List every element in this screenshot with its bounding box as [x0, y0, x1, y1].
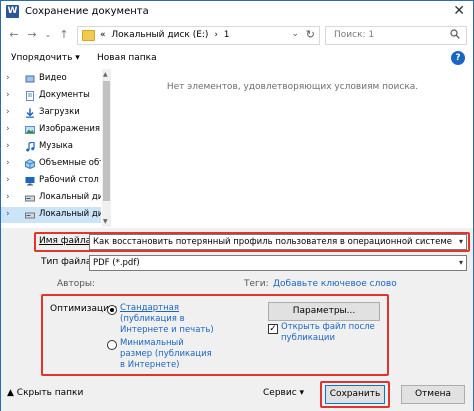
authors-label: Авторы: — [57, 279, 96, 289]
3d-objects-icon — [25, 159, 35, 169]
nav-item-video[interactable]: › Видео — [1, 71, 101, 87]
filetype-select[interactable]: PDF (*.pdf) ▾ — [89, 255, 467, 271]
optimize-minimal-radio[interactable] — [107, 340, 117, 350]
folder-icon — [82, 30, 95, 41]
nav-item-label: Загрузки — [39, 107, 80, 117]
drive-icon — [25, 212, 35, 219]
nav-item-desktop[interactable]: › Рабочий стол — [1, 173, 101, 189]
help-icon[interactable]: ? — [451, 51, 465, 65]
option-line: Стандартная — [120, 303, 179, 313]
drive-icon — [25, 195, 35, 202]
hide-folders-toggle[interactable]: ▲ Скрыть папки — [7, 388, 83, 398]
save-dialog: W Сохранение документа ✕ ← → ⌄ ↑ « Локал… — [0, 0, 474, 411]
up-arrow-icon[interactable]: ↑ — [57, 28, 71, 42]
documents-icon — [26, 91, 34, 101]
expand-chevron-icon[interactable]: › — [6, 175, 10, 185]
option-line: Минимальный — [120, 338, 184, 348]
downloads-icon — [26, 108, 34, 118]
nav-item-documents[interactable]: › Документы — [1, 88, 101, 104]
nav-item-local-disk-selected[interactable]: › Локальный дис — [1, 207, 101, 223]
refresh-icon[interactable]: ↻ — [306, 28, 315, 41]
nav-scrollbar[interactable]: ▲ ▼ — [102, 69, 111, 227]
desktop-icon — [25, 177, 35, 186]
option-line: (публикация в — [120, 314, 185, 324]
option-line: публикации — [281, 333, 335, 343]
close-icon[interactable]: ✕ — [453, 3, 465, 19]
address-path: « Локальный диск (E:) › 1 — [100, 30, 230, 40]
nav-item-label: Локальный дис — [39, 192, 101, 202]
nav-item-pictures[interactable]: › Изображения — [1, 122, 101, 138]
save-highlight-frame — [320, 381, 390, 408]
cancel-button[interactable]: Отмена — [401, 385, 465, 404]
pictures-icon — [25, 126, 35, 134]
breadcrumb-separator: › — [214, 30, 218, 40]
navigation-pane: › Видео › Документы › Загрузки › Изображ… — [1, 69, 111, 227]
empty-message: Нет элементов, удовлетворяющих условиям … — [166, 82, 419, 92]
file-list-pane[interactable]: Нет элементов, удовлетворяющих условиям … — [112, 69, 473, 227]
option-line: Открыть файл после — [281, 322, 375, 332]
nav-item-label: Музыка — [39, 141, 73, 151]
nav-item-label: Документы — [39, 90, 90, 100]
filename-highlight-frame — [34, 232, 470, 252]
optimize-standard-label[interactable]: Стандартная (публикация в Интернете и пе… — [120, 303, 214, 336]
option-line: размер (публикация — [120, 349, 212, 359]
scroll-up-icon[interactable]: ▲ — [103, 71, 108, 78]
new-folder-button[interactable]: Новая папка — [97, 53, 157, 63]
breadcrumb-drive[interactable]: Локальный диск (E:) — [111, 30, 208, 40]
nav-item-label: Видео — [39, 73, 67, 83]
search-icon — [450, 29, 460, 39]
nav-item-label: Рабочий стол — [39, 175, 99, 185]
recent-chevron-icon[interactable]: ⌄ — [41, 28, 55, 42]
nav-item-music[interactable]: › Музыка — [1, 139, 101, 155]
music-icon — [26, 142, 35, 152]
tags-label: Теги: — [244, 279, 269, 289]
tools-menu[interactable]: Сервис ▾ — [263, 388, 304, 398]
filetype-row: Тип файла: PDF (*.pdf) ▾ — [1, 255, 473, 271]
optimize-standard-radio[interactable] — [107, 305, 117, 315]
title-bar: W Сохранение документа ✕ — [1, 1, 473, 23]
parameters-button[interactable]: Параметры... — [268, 302, 380, 321]
option-line: в Интернете) — [120, 360, 180, 370]
address-bar: ← → ⌄ ↑ « Локальный диск (E:) › 1 ⌄ ↻ По… — [1, 25, 473, 47]
command-bar: Упорядочить ▾ Новая папка ? — [1, 49, 473, 69]
option-line: Интернете и печать) — [120, 325, 214, 335]
address-dropdown-icon[interactable]: ⌄ — [291, 29, 299, 39]
video-icon — [25, 75, 35, 83]
scroll-down-icon[interactable]: ▼ — [103, 218, 108, 225]
expand-chevron-icon[interactable]: › — [6, 73, 10, 83]
nav-item-downloads[interactable]: › Загрузки — [1, 105, 101, 121]
expand-chevron-icon[interactable]: › — [6, 209, 10, 219]
nav-item-local-disk[interactable]: › Локальный дис — [1, 190, 101, 206]
nav-item-label: Изображения — [39, 124, 101, 134]
chevron-down-icon[interactable]: ▾ — [459, 258, 463, 267]
back-arrow-icon[interactable]: ← — [7, 28, 21, 42]
address-input[interactable]: « Локальный диск (E:) › 1 ⌄ ↻ — [77, 26, 320, 45]
tags-add-link[interactable]: Добавьте ключевое слово — [273, 279, 397, 289]
nav-item-label: Локальный дис — [39, 209, 101, 219]
expand-chevron-icon[interactable]: › — [6, 158, 10, 168]
expand-chevron-icon[interactable]: › — [6, 90, 10, 100]
open-after-checkbox[interactable]: ✓ — [268, 324, 278, 334]
word-app-icon: W — [6, 5, 19, 18]
breadcrumb-folder[interactable]: 1 — [224, 30, 230, 40]
filetype-label: Тип файла: — [41, 257, 95, 267]
search-input[interactable]: Поиск: 1 — [325, 26, 467, 45]
filetype-value: PDF (*.pdf) — [93, 258, 140, 268]
dialog-title: Сохранение документа — [25, 6, 149, 17]
organize-menu[interactable]: Упорядочить ▾ — [11, 53, 80, 63]
expand-chevron-icon[interactable]: › — [6, 107, 10, 117]
nav-item-label: Объемные объ — [39, 158, 101, 168]
save-options-panel: Имя файла: Как восстановить потерянный п… — [1, 228, 473, 411]
scroll-thumb[interactable] — [103, 81, 110, 201]
expand-chevron-icon[interactable]: › — [6, 124, 10, 134]
optimize-minimal-label[interactable]: Минимальный размер (публикация в Интерне… — [120, 338, 212, 371]
path-overflow-indicator[interactable]: « — [100, 30, 106, 40]
open-after-label[interactable]: Открыть файл после публикации — [281, 322, 375, 344]
forward-arrow-icon[interactable]: → — [25, 28, 39, 42]
expand-chevron-icon[interactable]: › — [6, 141, 10, 151]
search-placeholder: Поиск: 1 — [334, 30, 375, 40]
expand-chevron-icon[interactable]: › — [6, 192, 10, 202]
nav-item-3d-objects[interactable]: › Объемные объ — [1, 156, 101, 172]
